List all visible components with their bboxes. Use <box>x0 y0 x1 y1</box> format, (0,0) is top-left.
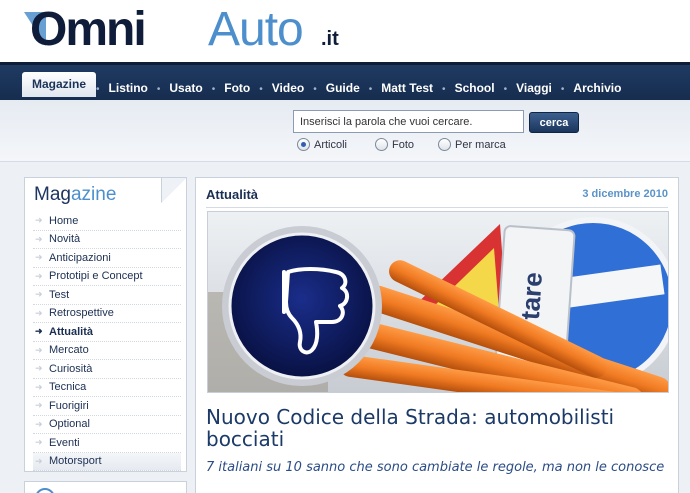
arrow-right-icon: ➜ <box>35 307 43 318</box>
sidebar-item-tecnica[interactable]: ➜ Tecnica <box>33 379 181 397</box>
search-button[interactable]: cerca <box>529 112 579 133</box>
sidebar-item-label: Fuorigiri <box>49 399 89 412</box>
tab-archivio[interactable]: Archivio <box>564 81 630 95</box>
sidebar-item-fuorigiri[interactable]: ➜ Fuorigiri <box>33 397 181 416</box>
sidebar-item-label: Attualità <box>49 325 93 338</box>
tab-matt-test[interactable]: Matt Test <box>372 81 442 95</box>
sidebar-item-curiosit-[interactable]: ➜ Curiosità <box>33 360 181 379</box>
arrow-right-icon: ➜ <box>35 344 43 355</box>
tab-school[interactable]: School <box>446 81 504 95</box>
sidebar-item-anticipazioni[interactable]: ➜ Anticipazioni <box>33 249 181 268</box>
secondary-sidebar-box <box>24 481 187 493</box>
nav-item: • Usato <box>157 79 212 97</box>
arrow-right-icon: ➜ <box>35 252 43 263</box>
arrow-right-icon: ➜ <box>35 400 43 411</box>
sidebar-menu: ➜ Home ➜ Novità ➜ Anticipazioni ➜ Prototipi e C… <box>33 212 181 471</box>
header: Omni Auto .it <box>0 0 690 62</box>
tab-foto[interactable]: Foto <box>215 81 259 95</box>
tab-magazine[interactable]: Magazine <box>22 72 97 97</box>
sidebar-item-label: Test <box>49 288 70 301</box>
search-input[interactable] <box>293 110 524 133</box>
sidebar-item-label: Tecnica <box>49 381 87 394</box>
arrow-right-icon: ➜ <box>35 455 43 466</box>
sidebar-item-optional[interactable]: ➜ Optional <box>33 416 181 434</box>
sidebar-item-retrospettive[interactable]: ➜ Retrospettive <box>33 305 181 323</box>
search-bar: cerca Articoli Foto Per marca <box>0 100 690 162</box>
sidebar-title-part1: Mag <box>34 184 71 205</box>
article-title[interactable]: Nuovo Codice della Strada: automobilisti… <box>206 406 666 450</box>
arrow-right-icon: ➜ <box>35 233 43 244</box>
arrow-right-icon: ➜ <box>35 418 43 429</box>
nav-item: • Matt Test <box>369 79 442 97</box>
sidebar-item-label: Mercato <box>49 344 89 357</box>
logo-omni: Omni <box>30 3 147 56</box>
sidebar-item-label: Eventi <box>49 436 80 449</box>
sidebar-item-label: Anticipazioni <box>49 251 111 264</box>
sidebar-item-label: Curiosità <box>49 362 93 375</box>
sidebar-item-label: Optional <box>49 418 90 431</box>
nav-item: Magazine <box>22 72 97 97</box>
tab-guide[interactable]: Guide <box>317 81 369 95</box>
divider <box>206 207 668 208</box>
sidebar-item-mercato[interactable]: ➜ Mercato <box>33 342 181 360</box>
radio-per-marca[interactable]: Per marca <box>438 138 506 151</box>
tab-usato[interactable]: Usato <box>160 81 211 95</box>
article-hero-image[interactable]: tare <box>207 211 669 393</box>
circle-icon <box>35 488 55 493</box>
arrow-right-icon: ➜ <box>35 363 43 374</box>
arrow-right-icon: ➜ <box>35 326 43 337</box>
nav-separator: • <box>96 84 100 95</box>
arrow-right-icon: ➜ <box>35 215 43 226</box>
sidebar-item-label: Motorsport <box>49 455 102 468</box>
sidebar-item-home[interactable]: ➜ Home <box>33 212 181 231</box>
radio-label: Per marca <box>455 138 506 151</box>
article-subtitle: 7 italiani su 10 sanno che sono cambiate… <box>206 460 665 475</box>
sidebar-title: Magazine <box>34 184 116 206</box>
nav-item: • Viaggi <box>504 79 561 97</box>
tab-viaggi[interactable]: Viaggi <box>507 81 561 95</box>
sidebar-item-eventi[interactable]: ➜ Eventi <box>33 434 181 453</box>
sidebar-item-prototipi-e-concept[interactable]: ➜ Prototipi e Concept <box>33 268 181 286</box>
sidebar-item-label: Home <box>49 214 79 227</box>
main-nav: Magazine • Listino • Usato • Foto • Video • Guide •… <box>0 62 690 100</box>
radio-dot-icon <box>438 138 451 151</box>
nav-item: • Video <box>259 79 313 97</box>
radio-label: Foto <box>392 138 415 151</box>
magazine-sidebar: Magazine ➜ Home ➜ Novità ➜ Anticipazioni ➜ Prot… <box>24 177 187 472</box>
sidebar-item-label: Retrospettive <box>49 307 114 320</box>
radio-foto[interactable]: Foto <box>375 138 414 151</box>
article-card: Attualità 3 dicembre 2010 tare Nuovo Cod… <box>195 177 679 493</box>
nav-item: • School <box>442 79 504 97</box>
radio-label: Articoli <box>314 138 348 151</box>
sidebar-item-motorsport[interactable]: ➜ Motorsport <box>33 452 181 471</box>
logo-tld: .it <box>321 28 339 50</box>
nav-item: • Listino <box>96 79 157 97</box>
arrow-right-icon: ➜ <box>35 270 43 281</box>
radio-dot-icon <box>375 138 388 151</box>
sign-text: tare <box>515 271 548 321</box>
sidebar-item-novit-[interactable]: ➜ Novità <box>33 231 181 249</box>
sidebar-item-label: Novità <box>49 233 81 246</box>
radio-dot-icon <box>297 138 310 151</box>
sidebar-item-label: Prototipi e Concept <box>49 270 143 283</box>
tab-video[interactable]: Video <box>263 81 313 95</box>
sidebar-item-attualit-[interactable]: ➜ Attualità <box>33 323 181 342</box>
logo-auto: Auto <box>208 3 304 56</box>
nav-item: • Archivio <box>561 79 631 97</box>
article-section[interactable]: Attualità <box>206 187 258 202</box>
article-date: 3 dicembre 2010 <box>582 188 668 200</box>
nav-tabs: Magazine • Listino • Usato • Foto • Video • Guide •… <box>22 72 631 97</box>
arrow-right-icon: ➜ <box>35 289 43 300</box>
sidebar-title-part2: azine <box>70 184 117 205</box>
thumb-badge <box>228 232 376 380</box>
arrow-right-icon: ➜ <box>35 381 43 392</box>
nav-item: • Guide <box>313 79 369 97</box>
hero-illustration: tare <box>208 212 668 392</box>
nav-item: • Foto <box>212 79 260 97</box>
sidebar-item-test[interactable]: ➜ Test <box>33 286 181 305</box>
corner-fold-inner <box>162 178 186 202</box>
radio-articoli[interactable]: Articoli <box>297 138 347 151</box>
tab-listino[interactable]: Listino <box>100 81 157 95</box>
arrow-right-icon: ➜ <box>35 437 43 448</box>
